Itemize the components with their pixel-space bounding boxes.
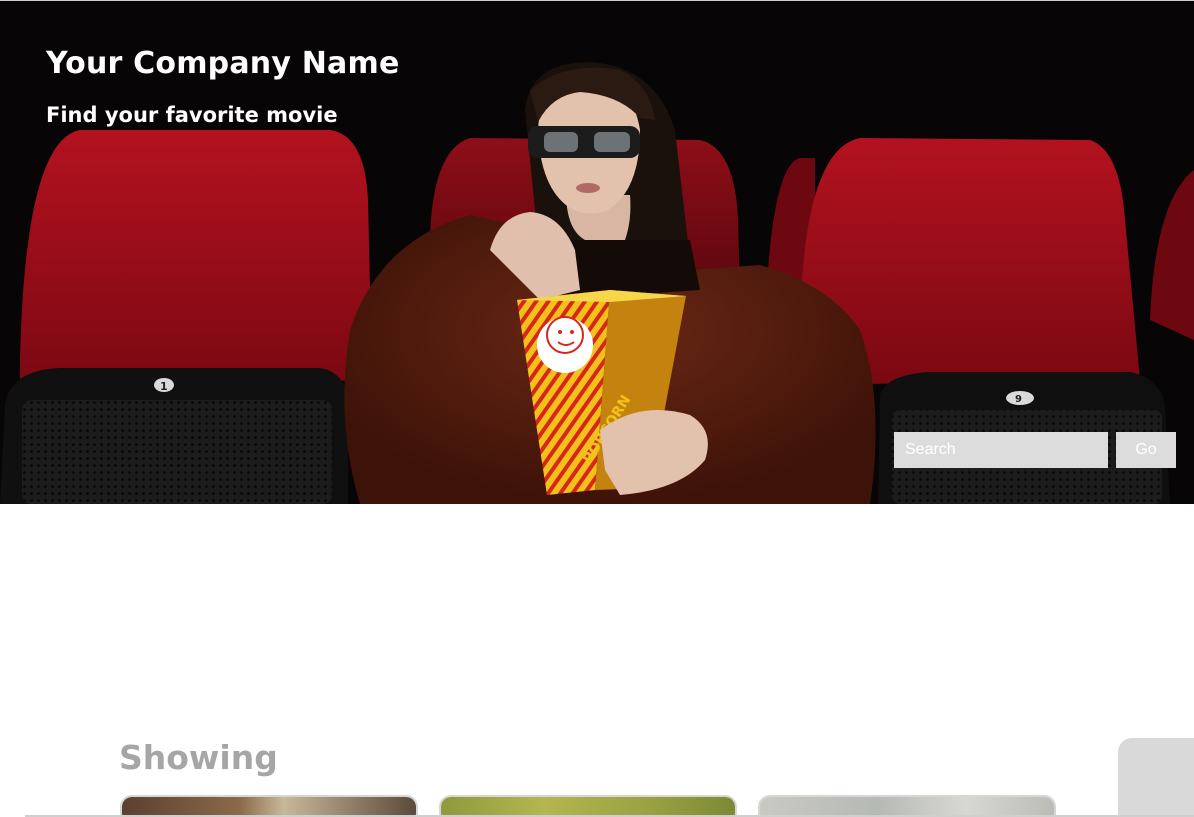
- movie-thumbnail: [441, 797, 735, 817]
- seat-number-1: 1: [160, 380, 168, 393]
- page: 1 9 Your Company Name Find your favorite…: [0, 0, 1194, 817]
- movie-card[interactable]: [439, 795, 737, 817]
- showing-heading: Showing: [119, 738, 278, 777]
- movie-thumbnail: [122, 797, 416, 817]
- top-border: [0, 0, 1194, 1]
- left-seat: 1: [0, 130, 372, 504]
- movie-card[interactable]: [120, 795, 418, 817]
- movie-card[interactable]: [758, 795, 1056, 817]
- movie-thumbnail: [760, 797, 1054, 817]
- search-input[interactable]: [894, 432, 1108, 468]
- go-button[interactable]: Go: [1116, 432, 1176, 468]
- seat-number-9: 9: [1015, 394, 1022, 405]
- tagline: Find your favorite movie: [46, 103, 338, 127]
- company-name: Your Company Name: [46, 46, 400, 81]
- side-panel-tab[interactable]: [1118, 738, 1194, 817]
- hero-banner: 1 9 Your Company Name Find your favorite…: [0, 0, 1194, 504]
